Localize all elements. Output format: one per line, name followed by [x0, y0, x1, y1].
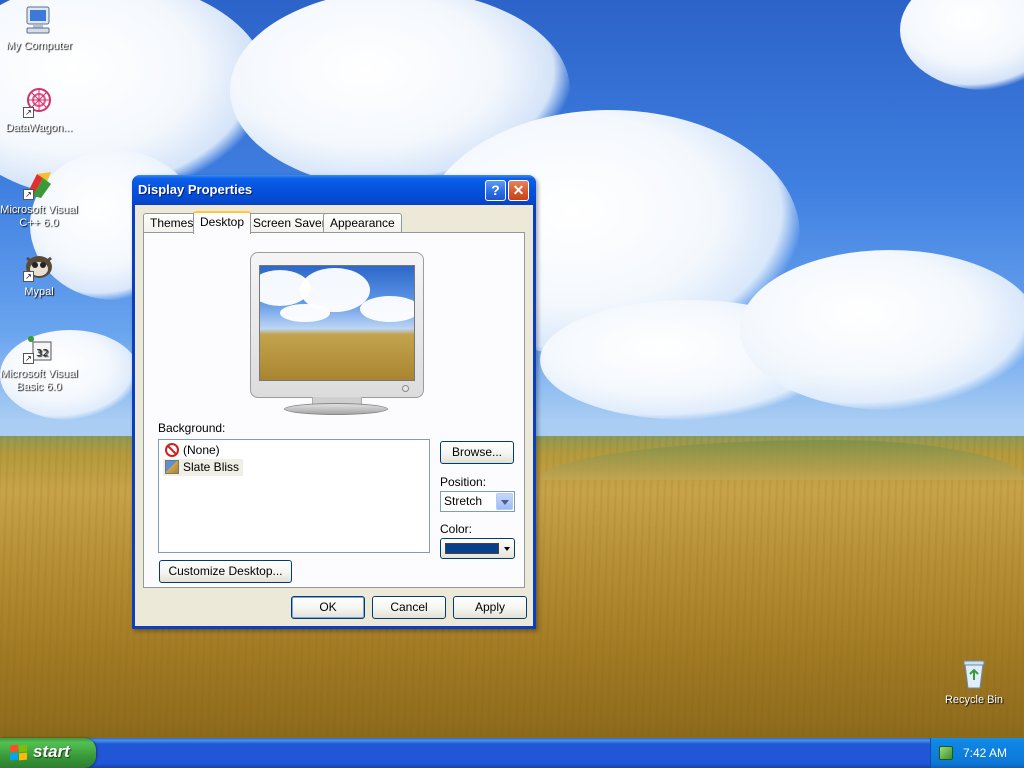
color-swatch — [445, 543, 499, 554]
tab-appearance[interactable]: Appearance — [323, 213, 402, 233]
position-select[interactable]: Stretch — [440, 491, 515, 512]
tab-screen-saver[interactable]: Screen Saver — [246, 213, 333, 233]
recycle-bin-icon — [958, 658, 990, 690]
desktop-icon-label: Microsoft Visual Basic 6.0 — [0, 368, 78, 393]
tab-desktop[interactable]: Desktop — [193, 211, 252, 234]
desktop-icon-label: DataWagon... — [5, 122, 73, 134]
tab-themes[interactable]: Themes — [143, 213, 201, 233]
svg-text:32: 32 — [36, 348, 49, 359]
visual-basic-icon: 32 ↗ — [23, 332, 55, 364]
none-icon — [165, 443, 179, 457]
shortcut-arrow-icon: ↗ — [23, 107, 34, 118]
desktop-icon-datawagon[interactable]: ↗ DataWagon... — [0, 86, 78, 135]
close-button[interactable]: ✕ — [508, 180, 529, 201]
windows-logo-icon — [10, 744, 27, 761]
ok-button[interactable]: OK — [291, 596, 365, 619]
desktop-icon-label: Microsoft Visual C++ 6.0 — [0, 204, 78, 229]
desktop-icon-visual-cpp[interactable]: ↗ Microsoft Visual C++ 6.0 — [0, 168, 78, 230]
desktop-icon-label: Mypal — [24, 286, 54, 298]
help-icon: ? — [491, 182, 500, 198]
list-item-label: (None) — [183, 443, 220, 457]
desktop-icon-visual-basic[interactable]: 32 ↗ Microsoft Visual Basic 6.0 — [0, 332, 78, 394]
apply-button[interactable]: Apply — [453, 596, 527, 619]
color-label: Color: — [440, 522, 473, 536]
desktop-tab-panel: Background: (None) Slate Bliss Browse...… — [143, 232, 525, 588]
close-icon: ✕ — [512, 182, 525, 198]
shortcut-arrow-icon: ↗ — [23, 189, 34, 200]
desktop-icon-recycle-bin[interactable]: Recycle Bin — [935, 658, 1013, 707]
list-item-label: Slate Bliss — [183, 460, 240, 474]
browse-button[interactable]: Browse... — [440, 441, 514, 464]
datawagon-icon: ↗ — [23, 86, 55, 118]
position-label: Position: — [440, 475, 487, 489]
my-computer-icon — [23, 4, 55, 36]
monitor-preview — [250, 252, 424, 398]
title-bar[interactable]: Display Properties ? ✕ — [132, 175, 536, 205]
display-properties-dialog[interactable]: Display Properties ? ✕ Themes Desktop Sc… — [132, 175, 536, 629]
network-icon[interactable] — [939, 746, 953, 760]
start-button[interactable]: start — [0, 738, 96, 768]
start-label: start — [33, 742, 70, 761]
monitor-base — [284, 403, 388, 415]
background-label: Background: — [158, 421, 226, 435]
dialog-title: Display Properties — [138, 182, 253, 197]
chevron-down-icon[interactable] — [496, 493, 513, 510]
list-item-none[interactable]: (None) — [163, 442, 224, 459]
cancel-button[interactable]: Cancel — [372, 596, 446, 619]
background-listbox[interactable]: (None) Slate Bliss — [158, 439, 430, 553]
desktop-icon-my-computer[interactable]: My Computer — [0, 4, 78, 53]
chevron-down-icon — [504, 547, 510, 551]
wallpaper-preview — [259, 265, 415, 381]
shortcut-arrow-icon: ↗ — [23, 271, 34, 282]
desktop-icon-label: Recycle Bin — [944, 694, 1004, 706]
position-value: Stretch — [444, 494, 483, 508]
power-led-icon — [402, 385, 409, 392]
help-button[interactable]: ? — [485, 180, 506, 201]
clock[interactable]: 7:42 AM — [963, 746, 1007, 760]
cloud — [900, 0, 1024, 90]
desktop-icon-mypal[interactable]: ↗ Mypal — [0, 250, 78, 299]
visual-cpp-icon: ↗ — [23, 168, 55, 200]
taskbar: start 7:42 AM — [0, 738, 1024, 768]
system-tray: 7:42 AM — [930, 738, 1024, 768]
desktop-icon-label: My Computer — [5, 40, 73, 52]
shortcut-arrow-icon: ↗ — [23, 353, 34, 364]
mypal-icon: ↗ — [23, 250, 55, 282]
list-item-slate-bliss[interactable]: Slate Bliss — [163, 459, 244, 476]
cloud — [740, 250, 1024, 410]
customize-desktop-button[interactable]: Customize Desktop... — [159, 560, 292, 583]
color-picker-button[interactable] — [440, 538, 515, 559]
image-file-icon — [165, 460, 179, 474]
